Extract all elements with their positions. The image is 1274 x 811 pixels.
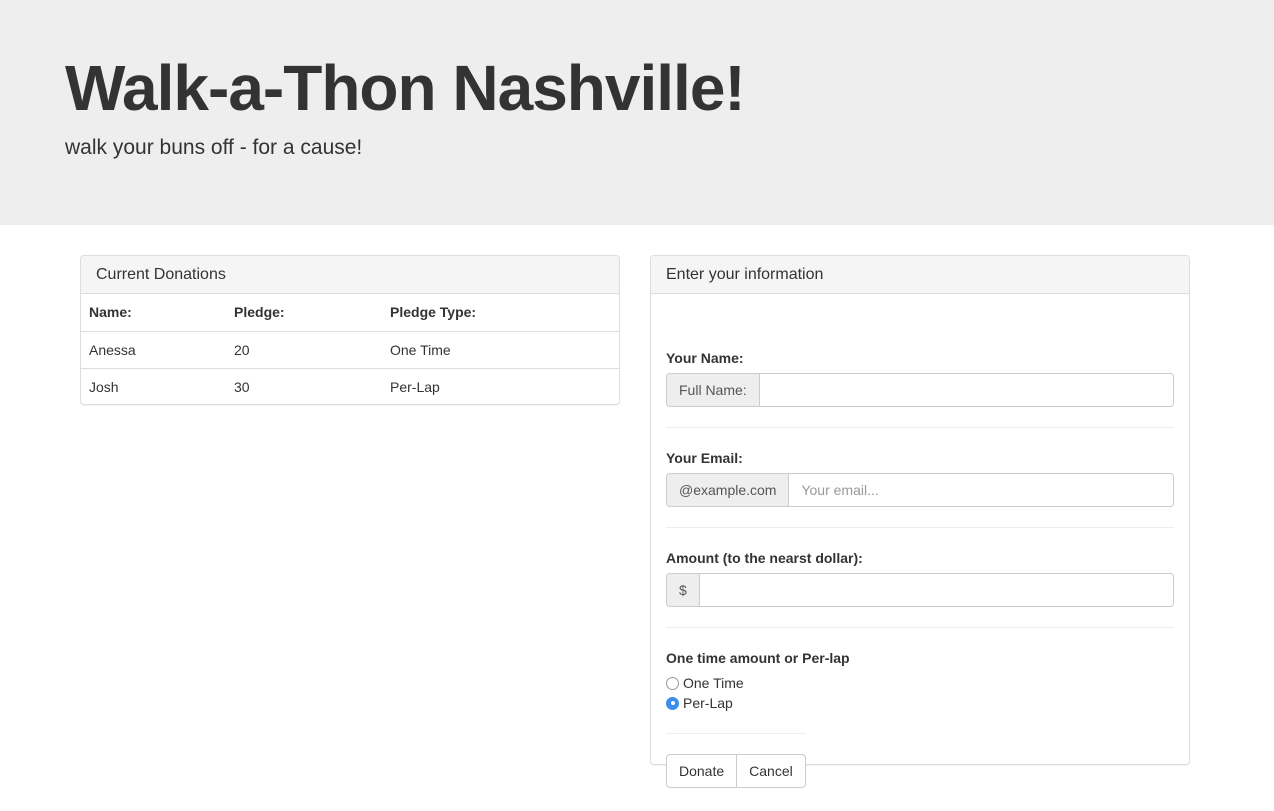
- amount-label: Amount (to the nearst dollar):: [666, 550, 863, 566]
- cell-name: Josh: [81, 367, 226, 405]
- column-header-pledge: Pledge:: [226, 294, 382, 332]
- name-input-group: Full Name:: [666, 373, 1174, 407]
- current-donations-heading: Current Donations: [81, 256, 619, 294]
- email-input-group: @example.com: [666, 473, 1174, 507]
- donate-button[interactable]: Donate: [666, 754, 738, 788]
- divider: [666, 627, 1174, 628]
- name-addon: Full Name:: [666, 373, 759, 407]
- radio-label-one-time: One Time: [683, 675, 744, 691]
- radio-label-per-lap: Per-Lap: [683, 695, 733, 711]
- dollar-addon: $: [666, 573, 699, 607]
- page-title: Walk-a-Thon Nashville!: [65, 52, 746, 124]
- cell-name: Anessa: [89, 341, 136, 358]
- information-form-heading: Enter your information: [651, 256, 1189, 294]
- table-row: Josh 30 Per-Lap: [81, 367, 619, 405]
- table-row: Anessa 20 One Time: [81, 331, 619, 368]
- information-form-panel: Enter your information Your Name: Full N…: [650, 255, 1190, 788]
- cell-pledge: 30: [226, 367, 382, 405]
- radio-per-lap[interactable]: [666, 696, 679, 710]
- jumbotron-header: Walk-a-Thon Nashville! walk your buns of…: [0, 0, 1274, 225]
- table-header-row: Name: Pledge: Pledge Type:: [81, 294, 619, 332]
- name-input[interactable]: [758, 373, 1174, 407]
- cell-pledge-type: One Time: [390, 341, 451, 358]
- cell-pledge-type: Per-Lap: [382, 367, 619, 405]
- column-header-pledge-type: Pledge Type:: [382, 294, 619, 332]
- divider: [666, 427, 1174, 428]
- form-button-group: Donate Cancel: [666, 754, 806, 788]
- radio-option-per-lap[interactable]: Per-Lap: [666, 693, 733, 713]
- name-label: Your Name:: [666, 350, 744, 366]
- divider: [666, 527, 1174, 528]
- email-addon: @example.com: [666, 473, 789, 507]
- email-label: Your Email:: [666, 450, 743, 466]
- radio-option-one-time[interactable]: One Time: [666, 673, 744, 693]
- cell-pledge: 20: [234, 341, 250, 358]
- current-donations-panel: Current Donations Name: Pledge: Pledge T…: [80, 255, 620, 405]
- amount-input[interactable]: [698, 573, 1174, 607]
- amount-input-group: $: [666, 573, 1174, 607]
- donations-table: Name: Pledge: Pledge Type: Anessa 20 One…: [81, 294, 619, 405]
- cancel-button[interactable]: Cancel: [737, 754, 806, 788]
- page-subtitle: walk your buns off - for a cause!: [65, 136, 363, 159]
- radio-one-time[interactable]: [666, 676, 679, 690]
- column-header-name: Name:: [81, 294, 226, 332]
- email-input[interactable]: [788, 473, 1174, 507]
- pledge-type-label: One time amount or Per-lap: [666, 650, 850, 666]
- divider: [666, 733, 806, 734]
